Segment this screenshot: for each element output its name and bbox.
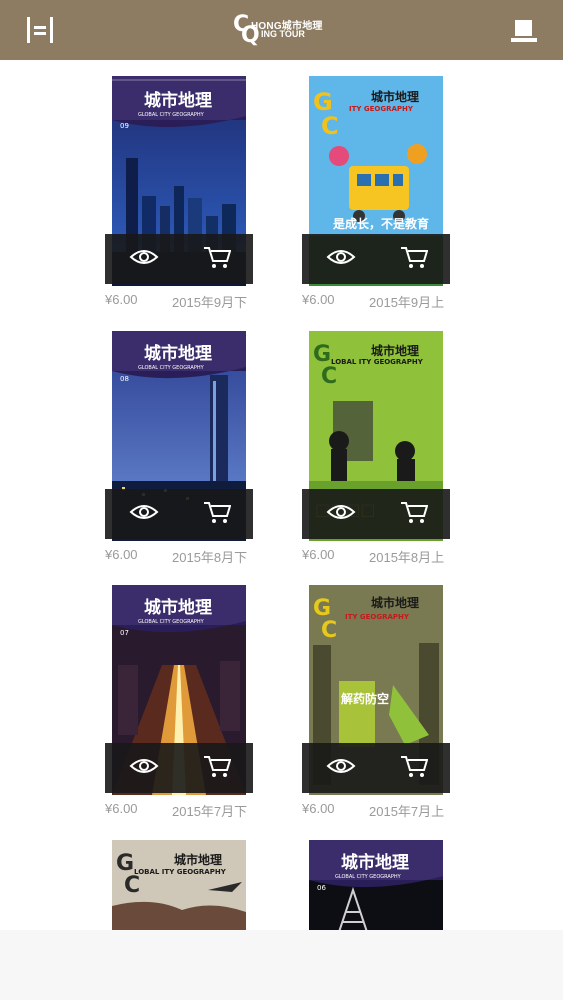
svg-text:08: 08 — [120, 375, 129, 383]
cart-icon[interactable] — [400, 500, 429, 524]
svg-text:C: C — [321, 618, 337, 643]
svg-text:ITY GEOGRAPHY: ITY GEOGRAPHY — [345, 613, 410, 621]
cart-icon[interactable] — [203, 754, 232, 778]
top-navigation-bar: C Q HONG城市地理 ING TOUR — [0, 0, 563, 60]
price-label: ¥6.00 — [105, 292, 138, 307]
app-logo: C Q HONG城市地理 ING TOUR — [233, 12, 323, 48]
magazine-action-bar — [105, 743, 253, 793]
svg-text:城市地理: 城市地理 — [371, 89, 419, 104]
magazine-cover[interactable]: 城市地理 GLOBAL CITY GEOGRAPHY 06 — [309, 840, 443, 930]
svg-text:GLOBAL CITY GEOGRAPHY: GLOBAL CITY GEOGRAPHY — [335, 874, 402, 880]
svg-text:06: 06 — [317, 884, 326, 892]
price-label: ¥6.00 — [105, 547, 138, 562]
magazine-grid: 城市地理 GLOBAL CITY GEOGRAPHY 09 ¥6.00 2015… — [0, 60, 563, 930]
issue-date-label: 2015年8月下 — [172, 550, 248, 565]
eye-icon[interactable] — [326, 248, 356, 266]
eye-icon[interactable] — [326, 503, 356, 521]
svg-text:C: C — [321, 112, 339, 140]
eye-icon[interactable] — [129, 248, 159, 266]
cart-icon[interactable] — [203, 245, 232, 269]
svg-text:城市地理: 城市地理 — [144, 343, 212, 364]
price-label: ¥6.00 — [302, 292, 335, 307]
svg-text:解药防空: 解药防空 — [341, 691, 389, 706]
svg-text:LOBAL ITY GEOGRAPHY: LOBAL ITY GEOGRAPHY — [331, 358, 424, 366]
svg-text:GLOBAL CITY GEOGRAPHY: GLOBAL CITY GEOGRAPHY — [138, 619, 205, 625]
price-label: ¥6.00 — [105, 801, 138, 816]
bookshelf-icon[interactable] — [511, 19, 537, 43]
magazine-action-bar — [302, 489, 450, 539]
bottom-area — [0, 930, 563, 1000]
issue-date-label: 2015年9月下 — [172, 295, 248, 310]
eye-icon[interactable] — [326, 757, 356, 775]
issue-date-label: 2015年9月上 — [369, 295, 445, 310]
magazine-action-bar — [105, 489, 253, 539]
cart-icon[interactable] — [400, 754, 429, 778]
svg-text:城市地理: 城市地理 — [371, 343, 419, 358]
svg-text:城市地理: 城市地理 — [341, 852, 409, 873]
svg-text:城市地理: 城市地理 — [174, 852, 222, 867]
eye-icon[interactable] — [129, 757, 159, 775]
issue-date-label: 2015年7月上 — [369, 804, 445, 819]
svg-text:09: 09 — [120, 122, 129, 130]
svg-text:C: C — [321, 364, 337, 389]
sidebar-menu-icon[interactable] — [26, 17, 54, 43]
svg-text:07: 07 — [120, 629, 129, 637]
svg-text:是成长，不是教育: 是成长，不是教育 — [332, 216, 429, 231]
issue-date-label: 2015年7月下 — [172, 804, 248, 819]
price-label: ¥6.00 — [302, 801, 335, 816]
svg-text:城市地理: 城市地理 — [144, 90, 212, 111]
svg-text:C: C — [124, 873, 140, 898]
price-label: ¥6.00 — [302, 547, 335, 562]
svg-text:GLOBAL CITY GEOGRAPHY: GLOBAL CITY GEOGRAPHY — [138, 365, 205, 371]
magazine-action-bar — [105, 234, 253, 284]
svg-text:城市地理: 城市地理 — [144, 597, 212, 618]
svg-text:ITY GEOGRAPHY: ITY GEOGRAPHY — [349, 105, 414, 113]
svg-text:城市地理: 城市地理 — [371, 595, 419, 610]
cart-icon[interactable] — [203, 500, 232, 524]
magazine-cover[interactable]: G C 城市地理 LOBAL ITY GEOGRAPHY — [112, 840, 246, 930]
cart-icon[interactable] — [400, 245, 429, 269]
svg-text:GLOBAL CITY GEOGRAPHY: GLOBAL CITY GEOGRAPHY — [138, 112, 205, 118]
svg-text:LOBAL ITY GEOGRAPHY: LOBAL ITY GEOGRAPHY — [134, 868, 227, 876]
eye-icon[interactable] — [129, 503, 159, 521]
magazine-action-bar — [302, 743, 450, 793]
issue-date-label: 2015年8月上 — [369, 550, 445, 565]
magazine-action-bar — [302, 234, 450, 284]
